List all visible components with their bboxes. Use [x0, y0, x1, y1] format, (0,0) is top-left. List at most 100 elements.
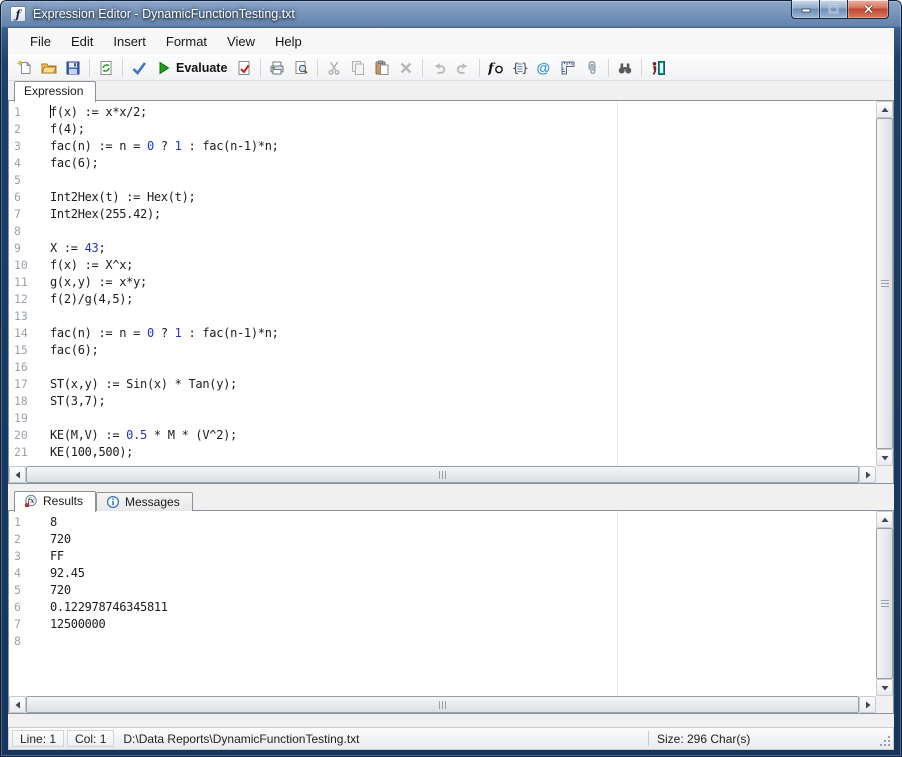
editor-vscroll-thumb[interactable]: [876, 118, 893, 449]
minimize-button[interactable]: [791, 0, 820, 19]
menu-file[interactable]: File: [20, 30, 61, 53]
format-lines-button[interactable]: {}: [508, 56, 532, 79]
editor-line[interactable]: 15fac(6);: [9, 342, 876, 359]
tab-expression[interactable]: Expression: [14, 81, 96, 102]
editor-hscroll-thumb[interactable]: [26, 466, 859, 483]
open-folder-icon: [41, 60, 57, 76]
results-hscroll-thumb[interactable]: [26, 696, 859, 713]
tab-results[interactable]: fxResults: [14, 491, 96, 512]
menu-view[interactable]: View: [217, 30, 265, 53]
line-number: 12: [9, 291, 50, 308]
scroll-left-button[interactable]: [9, 466, 26, 483]
scroll-up-button[interactable]: [876, 511, 893, 528]
editor-line[interactable]: 3fac(n) := n = 0 ? 1 : fac(n-1)*n;: [9, 138, 876, 155]
save-button[interactable]: [61, 56, 85, 79]
menu-insert[interactable]: Insert: [103, 30, 156, 53]
close-button[interactable]: [847, 0, 889, 19]
editor-line[interactable]: 16: [9, 359, 876, 376]
line-number: 1: [9, 514, 50, 531]
copy-button[interactable]: [346, 56, 370, 79]
editor-line[interactable]: 7Int2Hex(255.42);: [9, 206, 876, 223]
paste-button[interactable]: [370, 56, 394, 79]
result-line[interactable]: 712500000: [9, 616, 876, 633]
editor-line[interactable]: 13: [9, 308, 876, 325]
print-preview-button[interactable]: [289, 56, 313, 79]
scroll-up-button[interactable]: [876, 101, 893, 118]
redo-button[interactable]: [451, 56, 475, 79]
editor-line[interactable]: 19: [9, 410, 876, 427]
editor-line[interactable]: 17ST(x,y) := Sin(x) * Tan(y);: [9, 376, 876, 393]
attach-button[interactable]: [580, 56, 604, 79]
results-vscroll-thumb[interactable]: [876, 528, 893, 679]
result-line[interactable]: 18: [9, 514, 876, 531]
open-button[interactable]: [37, 56, 61, 79]
scroll-down-button[interactable]: [876, 449, 893, 466]
svg-text:@: @: [537, 60, 551, 76]
menu-edit[interactable]: Edit: [61, 30, 103, 53]
editor-line[interactable]: 12f(2)/g(4,5);: [9, 291, 876, 308]
titlebar[interactable]: ƒ Expression Editor - DynamicFunctionTes…: [0, 0, 902, 28]
editor-line[interactable]: 2f(4);: [9, 121, 876, 138]
toolbar-separator: [479, 59, 480, 77]
scroll-down-button[interactable]: [876, 679, 893, 696]
line-number: 8: [9, 633, 50, 650]
ruler-button[interactable]: [556, 56, 580, 79]
resize-grip[interactable]: [877, 728, 893, 749]
menu-format[interactable]: Format: [156, 30, 217, 53]
expression-tabstrip: Expression: [8, 81, 894, 101]
scroll-right-button[interactable]: [859, 466, 876, 483]
find-button[interactable]: [613, 56, 637, 79]
undo-button[interactable]: [427, 56, 451, 79]
line-number: 2: [9, 531, 50, 548]
result-line[interactable]: 8: [9, 633, 876, 650]
editor-line[interactable]: 10f(x) := X^x;: [9, 257, 876, 274]
result-line[interactable]: 60.122978746345811: [9, 599, 876, 616]
result-line[interactable]: 5720: [9, 582, 876, 599]
result-line[interactable]: 3FF: [9, 548, 876, 565]
editor-line[interactable]: 9X := 43;: [9, 240, 876, 257]
scroll-right-button[interactable]: [859, 696, 876, 713]
evaluate-button[interactable]: Evaluate: [151, 56, 232, 79]
validate-document-button[interactable]: [232, 56, 256, 79]
insert-at-button[interactable]: @: [532, 56, 556, 79]
editor-line[interactable]: 11g(x,y) := x*y;: [9, 274, 876, 291]
delete-button[interactable]: [394, 56, 418, 79]
print-button[interactable]: [265, 56, 289, 79]
results-horizontal-scrollbar[interactable]: [9, 696, 876, 713]
editor-line[interactable]: 4fac(6);: [9, 155, 876, 172]
maximize-button[interactable]: [820, 0, 847, 19]
line-text: ST(x,y) := Sin(x) * Tan(y);: [50, 376, 237, 393]
results-view[interactable]: 1827203FF492.45572060.122978746345811712…: [9, 511, 876, 696]
tab-messages[interactable]: Messages: [96, 492, 193, 511]
refresh-button[interactable]: [94, 56, 118, 79]
line-number: 5: [9, 582, 50, 599]
editor-line[interactable]: 5: [9, 172, 876, 189]
check-syntax-button[interactable]: [127, 56, 151, 79]
editor-horizontal-scrollbar[interactable]: [9, 466, 876, 483]
scrollbar-corner: [876, 696, 893, 713]
line-text: Int2Hex(255.42);: [50, 206, 161, 223]
app-icon[interactable]: ƒ: [10, 6, 26, 22]
result-line[interactable]: 492.45: [9, 565, 876, 582]
function-fo-icon: ƒ: [488, 60, 504, 76]
exit-button[interactable]: [646, 56, 670, 79]
expression-editor[interactable]: 1f(x) := x*x/2;2f(4);3fac(n) := n = 0 ? …: [9, 101, 876, 466]
scroll-left-button[interactable]: [9, 696, 26, 713]
menu-help[interactable]: Help: [265, 30, 312, 53]
editor-line[interactable]: 8: [9, 223, 876, 240]
new-button[interactable]: [13, 56, 37, 79]
result-line[interactable]: 2720: [9, 531, 876, 548]
editor-vertical-scrollbar[interactable]: [876, 101, 893, 466]
svg-text:{: {: [512, 61, 519, 75]
cut-button[interactable]: [322, 56, 346, 79]
check-icon: [131, 60, 147, 76]
editor-line[interactable]: 14fac(n) := n = 0 ? 1 : fac(n-1)*n;: [9, 325, 876, 342]
results-vertical-scrollbar[interactable]: [876, 511, 893, 696]
editor-line[interactable]: 6Int2Hex(t) := Hex(t);: [9, 189, 876, 206]
editor-line[interactable]: 20KE(M,V) := 0.5 * M * (V^2);: [9, 427, 876, 444]
editor-line[interactable]: 1f(x) := x*x/2;: [9, 104, 876, 121]
maximize-icon: [828, 4, 839, 14]
editor-line[interactable]: 18ST(3,7);: [9, 393, 876, 410]
editor-line[interactable]: 21KE(100,500);: [9, 444, 876, 461]
insert-function-button[interactable]: ƒ: [484, 56, 508, 79]
